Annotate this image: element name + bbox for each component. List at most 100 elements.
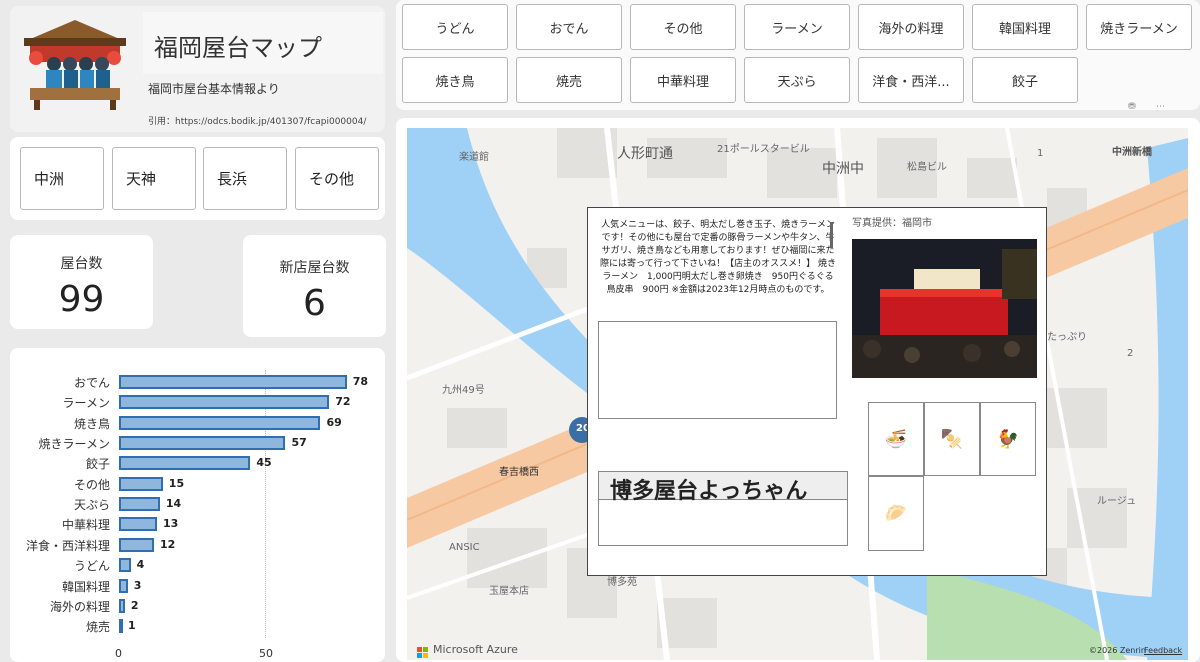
- bar-12[interactable]: [119, 619, 123, 634]
- bar-6[interactable]: [119, 497, 160, 512]
- kpi-card-yatai: 屋台数 99: [10, 235, 153, 329]
- genre-button-0[interactable]: うどん: [402, 4, 508, 50]
- bar-label: 餃子: [85, 457, 110, 472]
- map-label-0: 21ポールスタービル: [717, 144, 810, 155]
- genre-button-9[interactable]: 中華料理: [630, 57, 736, 103]
- map-label-3: 人形町通: [617, 146, 673, 162]
- bar-value-label: 3: [133, 578, 142, 592]
- kpi-yatai-label: 屋台数: [60, 256, 103, 272]
- map-label-11: たっぷり: [1047, 332, 1087, 343]
- kpi-new-value: 6: [303, 283, 326, 324]
- bar-value-label: 69: [326, 415, 342, 429]
- page-subtitle: 福岡市屋台基本情報より: [148, 82, 280, 96]
- bar-0[interactable]: [119, 375, 347, 389]
- header-panel: 福岡屋台マップ 福岡市屋台基本情報より 引用：https://odcs.bodi…: [10, 6, 385, 132]
- bar-9[interactable]: [119, 558, 131, 573]
- shop-name: 博多屋台よっちゃん: [610, 479, 808, 504]
- filter-icon[interactable]: ⛃: [1128, 102, 1140, 112]
- bar-label: 焼き鳥: [73, 416, 110, 431]
- bar-4[interactable]: [119, 456, 251, 471]
- bar-label: 中華料理: [61, 518, 110, 533]
- genre-button-11[interactable]: 洋食・西洋...: [858, 57, 964, 103]
- popup-description: 人気メニューは、餃子、明太だし巻き玉子、焼きラーメンです！その他にも屋台で定番の…: [600, 220, 836, 295]
- bar-2[interactable]: [119, 415, 321, 430]
- map-label-1: 中洲新橋: [1112, 147, 1152, 158]
- x-tick-0: 0: [115, 647, 122, 660]
- map-label-6: 九州49号: [442, 385, 485, 396]
- kpi-yatai-value: 99: [58, 279, 105, 320]
- genre-button-8[interactable]: 焼売: [516, 57, 622, 103]
- genre-button-5[interactable]: 韓国料理: [972, 4, 1078, 50]
- bar-label: 天ぷら: [73, 498, 110, 513]
- genre-button-6[interactable]: 焼きラーメン: [1086, 4, 1192, 50]
- bar-value-label: 4: [136, 558, 145, 572]
- bar-value-label: 2: [130, 598, 139, 612]
- bar-value-label: 12: [160, 537, 176, 551]
- bar-label: 韓国料理: [61, 579, 110, 594]
- page-title: 福岡屋台マップ: [154, 34, 322, 62]
- bar-value-label: 15: [168, 476, 185, 490]
- bar-label: 焼きラーメン: [38, 437, 110, 452]
- genre-button-10[interactable]: 天ぷら: [744, 57, 850, 103]
- map-label-10: ルージュ: [1097, 496, 1137, 507]
- bar-label: うどん: [73, 559, 110, 574]
- area-button-nakasu[interactable]: 中洲: [20, 147, 104, 210]
- area-button-tenjin[interactable]: 天神: [112, 147, 196, 210]
- bar-value-label: 14: [165, 497, 182, 511]
- genre-button-3[interactable]: ラーメン: [744, 4, 850, 50]
- map-label-2: 松島ビル: [907, 162, 947, 173]
- bar-7[interactable]: [119, 517, 157, 532]
- bar-label: その他: [73, 477, 110, 492]
- citation-text: 引用：https://odcs.bodik.jp/401307/fcapi000…: [148, 117, 367, 127]
- ramen-icon[interactable]: 🍜: [868, 402, 924, 476]
- azure-logo-icon: [417, 644, 429, 658]
- map-label-14: 1: [1037, 148, 1044, 159]
- x-tick-50: 50: [259, 647, 273, 660]
- area-button-nagahama[interactable]: 長浜: [203, 147, 287, 210]
- bar-value-label: 78: [352, 375, 369, 388]
- bar-label: 焼売: [85, 620, 110, 635]
- genre-button-7[interactable]: 焼き鳥: [402, 57, 508, 103]
- bar-10[interactable]: [119, 578, 128, 593]
- shop-photo: [852, 239, 1037, 378]
- map-label-13: 2: [1127, 348, 1134, 359]
- map-label-8: 玉屋本店: [489, 586, 529, 597]
- kpi-card-new: 新店屋台数 6: [243, 235, 386, 337]
- map-label-4: 中洲中: [822, 161, 864, 177]
- bar-3[interactable]: [119, 436, 286, 451]
- kpi-new-label: 新店屋台数: [279, 260, 350, 276]
- bar-11[interactable]: [119, 598, 125, 613]
- bar-1[interactable]: [119, 395, 330, 410]
- map-label-5: 春吉橋西: [499, 467, 539, 478]
- bar-value-label: 45: [256, 456, 272, 470]
- map-feedback-link[interactable]: Feedback: [1144, 646, 1182, 655]
- genre-button-4[interactable]: 海外の料理: [858, 4, 964, 50]
- photo-credit: 写真提供：福岡市: [852, 218, 932, 229]
- map-copyright: ©2026 Zenrin: [1089, 646, 1146, 655]
- bar-5[interactable]: [119, 476, 163, 491]
- bar-label: 洋食・西洋料理: [25, 538, 110, 553]
- genre-button-1[interactable]: おでん: [516, 4, 622, 50]
- bar-8[interactable]: [119, 537, 155, 552]
- popup-scrollbar[interactable]: [830, 222, 833, 248]
- yatai-logo-icon: [20, 14, 130, 112]
- genre-button-2[interactable]: その他: [630, 4, 736, 50]
- popup-notes-box: [598, 321, 837, 419]
- azure-brand-text: Microsoft Azure: [433, 643, 518, 656]
- x-gridline-50: [265, 370, 266, 638]
- more-options-icon[interactable]: ⋯: [1156, 102, 1168, 112]
- bar-value-label: 13: [162, 517, 179, 531]
- map-label-7: ANSIC: [449, 542, 480, 553]
- bar-label: おでん: [73, 376, 110, 390]
- area-button-other[interactable]: その他: [295, 147, 379, 210]
- bar-value-label: 72: [335, 395, 351, 409]
- yakitori-icon[interactable]: 🍢: [924, 402, 980, 476]
- chicken-icon[interactable]: 🐓: [980, 402, 1036, 476]
- bar-label: 海外の料理: [49, 599, 110, 614]
- map-label-9: 楽道館: [459, 152, 489, 163]
- bar-value-label: 57: [291, 436, 307, 450]
- bar-value-label: 1: [128, 619, 136, 633]
- bar-label: ラーメン: [62, 396, 110, 411]
- genre-button-12[interactable]: 餃子: [972, 57, 1078, 103]
- gyoza-icon[interactable]: 🥟: [868, 476, 924, 551]
